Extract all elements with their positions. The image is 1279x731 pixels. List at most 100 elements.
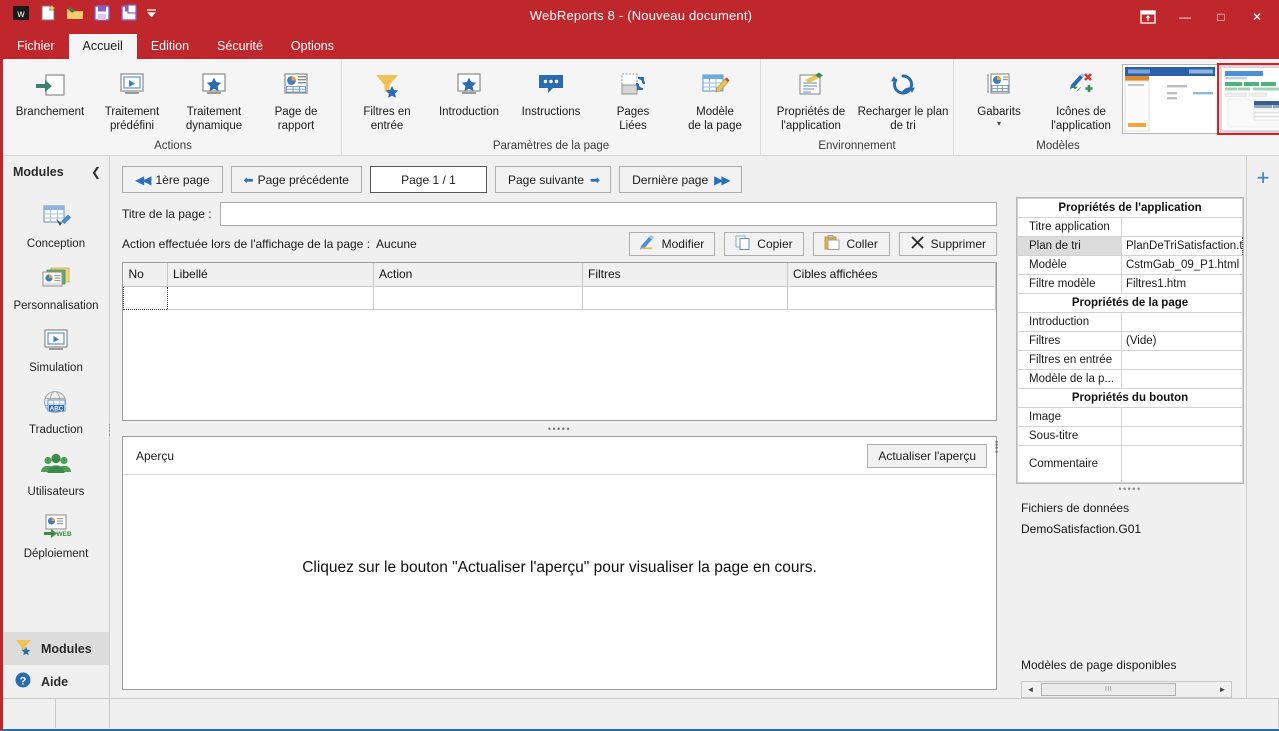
ribbon-button-pages-liees[interactable]: Pages Liées bbox=[592, 59, 674, 133]
property-value[interactable]: Filtres1.htm bbox=[1121, 274, 1243, 294]
property-row-filtres-en-entree[interactable]: Filtres en entrée bbox=[1017, 350, 1243, 370]
delete-button[interactable]: Supprimer bbox=[898, 232, 997, 256]
property-value[interactable] bbox=[1121, 369, 1243, 389]
sidebar-item-traduction[interactable]: ABC Traduction bbox=[3, 380, 109, 442]
ribbon-button-filtres-en-entree[interactable]: Filtres en entrée bbox=[346, 59, 428, 133]
copy-button[interactable]: Copier bbox=[724, 232, 804, 256]
page-title-input[interactable] bbox=[219, 202, 997, 226]
next-page-label: Page suivante bbox=[507, 172, 585, 187]
ribbon-button-introduction[interactable]: Introduction bbox=[428, 59, 510, 120]
sidebar-item-label: Déploiement bbox=[23, 548, 89, 560]
grid-cell-libelle[interactable] bbox=[167, 286, 374, 310]
ribbon-button-label: Traitement dynamique bbox=[185, 106, 243, 132]
plus-icon[interactable]: + bbox=[1247, 167, 1279, 189]
ribbon-button-branchement[interactable]: Branchement bbox=[9, 59, 91, 120]
data-file-item[interactable]: DemoSatisfaction.G01 bbox=[1021, 522, 1141, 536]
ribbon-button-icones-application[interactable]: Icônes de l'application bbox=[1040, 59, 1122, 133]
tab-options[interactable]: Options bbox=[277, 34, 348, 59]
last-page-button[interactable]: Dernière page ▶▶ bbox=[619, 166, 742, 193]
grid-col-cibles[interactable]: Cibles affichées bbox=[787, 263, 996, 287]
template-thumb-2[interactable] bbox=[1217, 63, 1279, 135]
property-row-modele-de-la-page[interactable]: Modèle de la p... bbox=[1017, 369, 1243, 389]
grid-col-no[interactable]: No bbox=[123, 263, 168, 287]
ribbon-group-label: Environnement bbox=[818, 140, 896, 152]
grid-cell-filtres[interactable] bbox=[582, 286, 788, 310]
users-group-icon bbox=[39, 449, 73, 483]
tab-fichier[interactable]: Fichier bbox=[3, 34, 69, 59]
property-value[interactable]: (Vide) bbox=[1121, 331, 1243, 351]
property-value[interactable]: PlanDeTriSatisfaction.tri bbox=[1121, 236, 1243, 256]
property-row-introduction[interactable]: Introduction bbox=[1017, 312, 1243, 332]
window-controls: — □ ✕ bbox=[1133, 0, 1279, 34]
page-template-icon bbox=[698, 67, 732, 103]
ribbon-button-instructions[interactable]: Instructions bbox=[510, 59, 592, 120]
sidebar-item-conception[interactable]: Conception bbox=[3, 194, 109, 256]
property-value[interactable] bbox=[1121, 350, 1243, 370]
ribbon-button-page-de-rapport[interactable]: Page de rapport bbox=[255, 59, 337, 133]
sidebar-item-utilisateurs[interactable]: Utilisateurs bbox=[3, 442, 109, 504]
property-row-image[interactable]: Image bbox=[1017, 407, 1243, 427]
tab-accueil[interactable]: Accueil bbox=[68, 34, 137, 59]
tab-edition[interactable]: Edition bbox=[137, 34, 203, 59]
maximize-button[interactable]: □ bbox=[1203, 0, 1239, 34]
ribbon-button-traitement-dynamique[interactable]: Traitement dynamique bbox=[173, 59, 255, 133]
ribbon-button-traitement-predefini[interactable]: Traitement prédéfini bbox=[91, 59, 173, 133]
property-row-plan-de-tri[interactable]: Plan de tri PlanDeTriSatisfaction.tri bbox=[1017, 236, 1243, 256]
property-row-filtres[interactable]: Filtres (Vide) bbox=[1017, 331, 1243, 351]
ribbon-button-gabarits[interactable]: Gabarits ▾ bbox=[958, 59, 1040, 128]
pages-grid[interactable]: No Libellé Action Filtres Cibles affiché… bbox=[122, 262, 997, 421]
sidebar-item-modules[interactable]: Modules bbox=[3, 632, 109, 665]
sidebar-item-deploiement[interactable]: WEB Déploiement bbox=[3, 504, 109, 566]
minimize-button[interactable]: — bbox=[1167, 0, 1203, 34]
property-value[interactable] bbox=[1121, 426, 1243, 446]
first-page-button[interactable]: ◀◀ 1ère page bbox=[122, 166, 223, 193]
properties-resize-grip[interactable]: ••••• bbox=[1016, 484, 1244, 494]
sidebar-item-simulation[interactable]: Simulation bbox=[3, 318, 109, 380]
scrollbar-thumb[interactable]: III bbox=[1041, 683, 1176, 696]
page-templates-scrollbar[interactable]: ◄ III ► bbox=[1021, 681, 1232, 698]
modify-button[interactable]: Modifier bbox=[628, 232, 716, 256]
page-title-row: Titre de la page : bbox=[122, 202, 997, 226]
scroll-left-arrow-icon[interactable]: ◄ bbox=[1022, 682, 1039, 697]
grid-cell-action[interactable] bbox=[373, 286, 583, 310]
sidebar-item-aide[interactable]: ? Aide bbox=[3, 665, 109, 698]
chevron-down-icon[interactable]: ▾ bbox=[997, 119, 1001, 128]
property-row-commentaire[interactable]: Commentaire bbox=[1017, 445, 1243, 483]
property-row-modele[interactable]: Modèle CstmGab_09_P1.html bbox=[1017, 255, 1243, 275]
previous-page-button[interactable]: ⬅ Page précédente bbox=[230, 166, 362, 193]
property-value[interactable] bbox=[1121, 445, 1243, 483]
grid-col-libelle[interactable]: Libellé bbox=[167, 263, 374, 287]
scroll-right-arrow-icon[interactable]: ► bbox=[1214, 682, 1231, 697]
ribbon-button-proprietes-application[interactable]: Propriétés de l'application bbox=[765, 59, 857, 133]
properties-splitter-grip[interactable]: • • • • bbox=[995, 438, 998, 456]
double-right-arrow-icon: ▶▶ bbox=[714, 172, 731, 187]
chevron-left-icon[interactable]: ❮ bbox=[91, 165, 101, 179]
ribbon-button-recharger-plan-de-tri[interactable]: Recharger le plan de tri bbox=[857, 59, 949, 133]
property-value[interactable] bbox=[1121, 407, 1243, 427]
ribbon-button-modele-de-la-page[interactable]: Modèle de la page bbox=[674, 59, 756, 133]
sidebar-item-personnalisation[interactable]: Personnalisation bbox=[3, 256, 109, 318]
template-thumb-1[interactable] bbox=[1122, 64, 1218, 134]
property-value[interactable]: CstmGab_09_P1.html bbox=[1121, 255, 1243, 275]
display-action-value[interactable]: Aucune bbox=[376, 237, 417, 251]
grid-cell-cibles[interactable] bbox=[787, 286, 996, 310]
ribbon-display-options-icon[interactable] bbox=[1133, 0, 1163, 34]
property-row-filtre-modele[interactable]: Filtre modèle Filtres1.htm bbox=[1017, 274, 1243, 294]
property-value[interactable] bbox=[1121, 312, 1243, 332]
table-row[interactable] bbox=[123, 285, 996, 310]
horizontal-splitter[interactable]: ••••• bbox=[122, 424, 997, 436]
ribbon-group-label: Modèles bbox=[1036, 140, 1080, 152]
page-navigation-toolbar: ◀◀ 1ère page ⬅ Page précédente Page 1 / … bbox=[122, 166, 997, 193]
preview-label: Aperçu bbox=[136, 448, 175, 463]
close-button[interactable]: ✕ bbox=[1239, 0, 1275, 34]
grid-col-action[interactable]: Action bbox=[373, 263, 583, 287]
paste-button[interactable]: Coller bbox=[812, 232, 890, 256]
property-value[interactable] bbox=[1121, 217, 1243, 237]
property-row-sous-titre[interactable]: Sous-titre bbox=[1017, 426, 1243, 446]
grid-cell-no[interactable] bbox=[123, 285, 168, 310]
property-row-titre-application[interactable]: Titre application bbox=[1017, 217, 1243, 237]
tab-securite[interactable]: Sécurité bbox=[203, 34, 277, 59]
refresh-preview-button[interactable]: Actualiser l'aperçu bbox=[867, 443, 987, 468]
next-page-button[interactable]: Page suivante ➡ bbox=[494, 166, 612, 193]
grid-col-filtres[interactable]: Filtres bbox=[582, 263, 788, 287]
